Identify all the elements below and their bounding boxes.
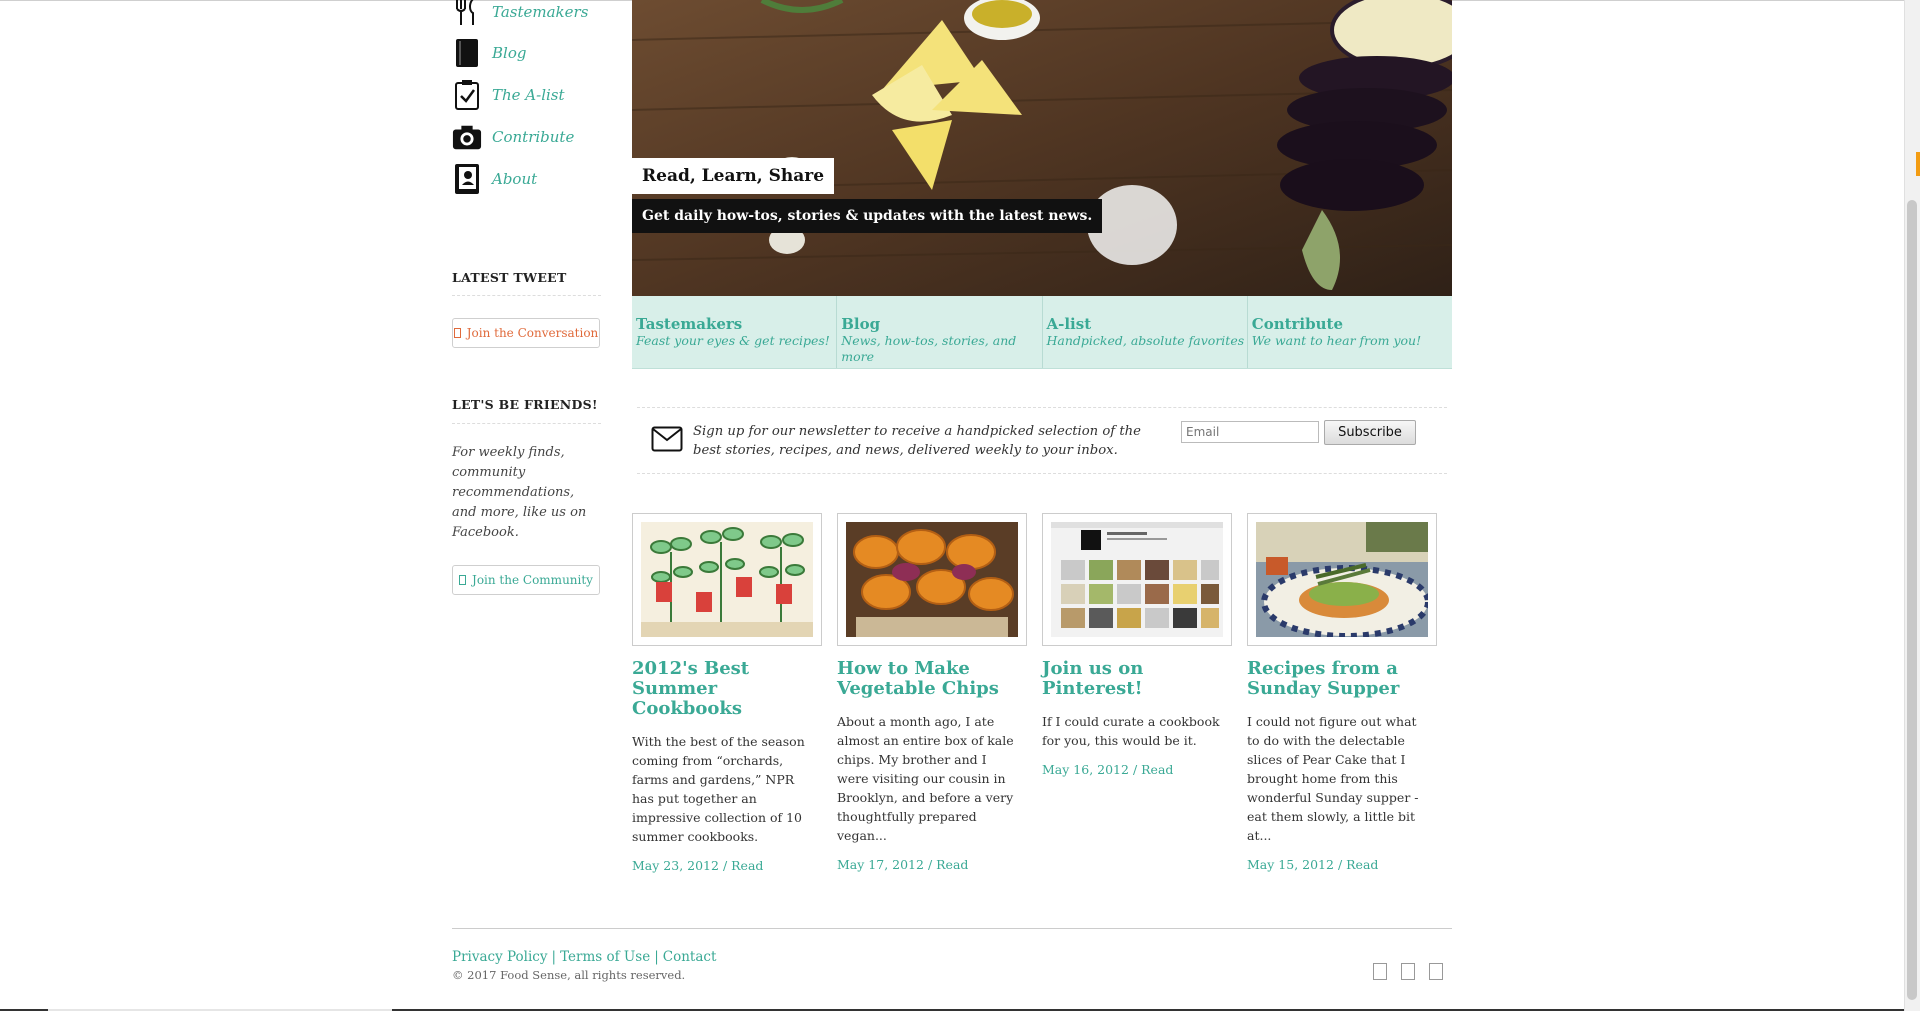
footer-divider [452, 928, 1452, 929]
envelope-icon [651, 426, 683, 456]
article-title[interactable]: Recipes from a Sunday Supper [1247, 659, 1437, 699]
privacy-policy-link[interactable]: Privacy Policy [452, 949, 548, 965]
friends-heading: LET'S BE FRIENDS! [452, 397, 598, 412]
contact-link[interactable]: Contact [663, 949, 717, 965]
sidebar-item-label: About [492, 170, 538, 188]
join-conversation-button[interactable]: Join the Conversation [452, 318, 600, 348]
terms-of-use-link[interactable]: Terms of Use [560, 949, 650, 965]
seedlings-illustration [641, 522, 813, 637]
join-conversation-label: Join the Conversation [466, 326, 599, 340]
book-icon [452, 36, 482, 70]
feature-title: Tastemakers [636, 315, 743, 333]
article-thumbnail[interactable] [837, 513, 1027, 646]
copyright: © 2017 Food Sense, all rights reserved. [452, 968, 686, 982]
hero-banner: Read, Learn, Share Get daily how-tos, st… [632, 0, 1452, 296]
divider [452, 295, 601, 296]
sidebar-item-label: The A-list [492, 86, 565, 104]
article-thumbnail[interactable] [1042, 513, 1232, 646]
article-card: Join us on Pinterest! If I could curate … [1042, 513, 1232, 777]
article-title[interactable]: 2012's Best Summer Cookbooks [632, 659, 822, 719]
newsletter-text: Sign up for our newsletter to receive a … [693, 424, 1141, 458]
vertical-scrollbar[interactable] [1904, 0, 1920, 1011]
feature-subtitle: We want to hear from you! [1251, 333, 1422, 348]
article-meta: May 23, 2012 / Read [632, 858, 822, 873]
divider [452, 423, 601, 424]
read-link[interactable]: Read [731, 858, 763, 873]
utensils-icon [452, 0, 482, 29]
article-card: How to Make Vegetable Chips About a mont… [837, 513, 1027, 872]
sidebar-item-about[interactable]: About [452, 161, 537, 197]
scroll-marker [1916, 152, 1920, 176]
sunday-supper-photo [1256, 522, 1428, 637]
hero-subtitle: Get daily how-tos, stories & updates wit… [632, 199, 1103, 233]
article-excerpt: If I could curate a cookbook for you, th… [1042, 714, 1220, 748]
read-link[interactable]: Read [1346, 857, 1378, 872]
latest-tweet-heading: LATEST TWEET [452, 270, 567, 285]
feature-tastemakers[interactable]: Tastemakers Feast your eyes & get recipe… [632, 296, 838, 368]
sidebar-item-tastemakers[interactable]: Tastemakers [452, 0, 588, 30]
pinterest-screenshot [1051, 522, 1223, 637]
article-date: May 23, 2012 [632, 858, 719, 873]
feature-subtitle: News, how-tos, stories, and more [841, 333, 1017, 364]
article-title[interactable]: How to Make Vegetable Chips [837, 659, 1027, 699]
article-excerpt: About a month ago, I ate almost an entir… [837, 714, 1014, 843]
feature-title: A-list [1046, 315, 1092, 333]
meta-separator: / [1337, 857, 1343, 872]
feature-contribute[interactable]: Contribute We want to hear from you! [1248, 296, 1452, 368]
hero-title: Read, Learn, Share [632, 158, 835, 194]
join-community-label: Join the Community [472, 573, 593, 587]
friends-text: For weekly finds, community recommendati… [452, 445, 587, 540]
social-icons [1373, 963, 1443, 980]
meta-separator: / [722, 858, 728, 873]
social-icon[interactable] [1401, 963, 1415, 980]
newsletter-signup: Sign up for our newsletter to receive a … [637, 407, 1447, 474]
feature-subtitle: Feast your eyes & get recipes! [636, 333, 830, 348]
feature-title: Blog [841, 315, 881, 333]
feature-a-list[interactable]: A-list Handpicked, absolute favorites [1043, 296, 1248, 368]
link-separator: | [551, 949, 557, 965]
feature-subtitle: Handpicked, absolute favorites [1046, 333, 1245, 348]
read-link[interactable]: Read [936, 857, 968, 872]
profile-book-icon [452, 162, 482, 196]
article-date: May 15, 2012 [1247, 857, 1334, 872]
footer-links: Privacy Policy | Terms of Use | Contact [452, 949, 716, 965]
email-field[interactable] [1181, 421, 1319, 443]
article-excerpt: I could not figure out what to do with t… [1247, 714, 1419, 843]
article-meta: May 16, 2012 / Read [1042, 762, 1232, 777]
social-icon[interactable] [1373, 963, 1387, 980]
article-meta: May 17, 2012 / Read [837, 857, 1027, 872]
link-separator: | [654, 949, 659, 965]
sidebar-item-a-list[interactable]: The A-list [452, 77, 565, 113]
sidebar-item-contribute[interactable]: Contribute [452, 119, 574, 155]
hero-image [632, 0, 1452, 296]
feature-title: Contribute [1251, 315, 1343, 333]
meta-separator: / [927, 857, 933, 872]
sidebar-item-label: Contribute [492, 128, 575, 146]
article-title[interactable]: Join us on Pinterest! [1042, 659, 1232, 699]
article-date: May 17, 2012 [837, 857, 924, 872]
scrollbar-thumb[interactable] [1907, 200, 1917, 1000]
join-community-button[interactable]: Join the Community [452, 565, 600, 595]
vegetable-chips-photo [846, 522, 1018, 637]
subscribe-button[interactable]: Subscribe [1324, 420, 1416, 445]
article-thumbnail[interactable] [1247, 513, 1437, 646]
feature-blog[interactable]: Blog News, how-tos, stories, and more [837, 296, 1043, 368]
article-meta: May 15, 2012 / Read [1247, 857, 1437, 872]
meta-separator: / [1132, 762, 1138, 777]
social-icon[interactable] [1429, 963, 1443, 980]
article-card: 2012's Best Summer Cookbooks With the be… [632, 513, 822, 873]
article-card: Recipes from a Sunday Supper I could not… [1247, 513, 1437, 872]
feature-bar: Tastemakers Feast your eyes & get recipe… [632, 296, 1452, 369]
facebook-icon [459, 575, 467, 585]
checklist-icon [452, 78, 482, 112]
twitter-icon [453, 328, 461, 338]
camera-icon [452, 120, 482, 154]
article-date: May 16, 2012 [1042, 762, 1129, 777]
read-link[interactable]: Read [1141, 762, 1173, 777]
sidebar-item-blog[interactable]: Blog [452, 35, 526, 71]
article-thumbnail[interactable] [632, 513, 822, 646]
sidebar-item-label: Blog [492, 44, 527, 62]
sidebar-item-label: Tastemakers [492, 3, 589, 21]
article-excerpt: With the best of the season coming from … [632, 734, 805, 844]
